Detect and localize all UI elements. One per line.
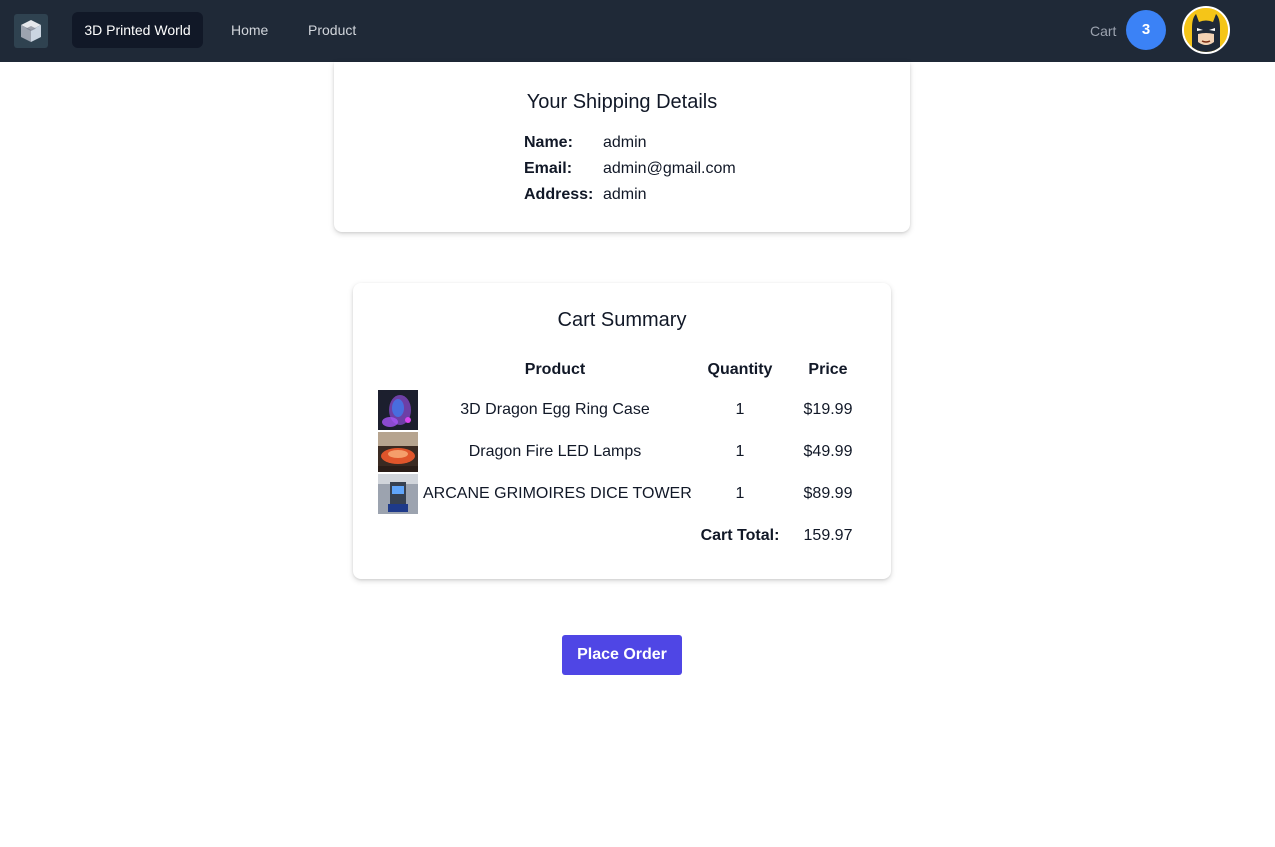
product-thumbnail (378, 432, 418, 472)
product-name: 3D Dragon Egg Ring Case (460, 401, 650, 418)
shipping-email-value: admin@gmail.com (603, 160, 736, 177)
nav-home-link[interactable]: Home (231, 12, 268, 48)
nav-product-link[interactable]: Product (308, 12, 356, 48)
shipping-title: Your Shipping Details (526, 91, 718, 113)
table-row: Dragon Fire LED Lamps 1 $49.99 (353, 431, 891, 473)
shipping-name-label: Name: (524, 134, 573, 151)
cart-summary-card: Cart Summary Product Quantity Price 3D D… (353, 283, 891, 579)
price-column-header: Price (808, 361, 848, 378)
product-quantity: 1 (735, 401, 745, 418)
product-quantity: 1 (735, 443, 745, 460)
cart-count-badge[interactable]: 3 (1126, 10, 1166, 50)
table-row: ARCANE GRIMOIRES DICE TOWER 1 $89.99 (353, 473, 891, 515)
cart-total-value: 159.97 (803, 527, 853, 544)
product-name: Dragon Fire LED Lamps (468, 443, 642, 460)
product-name: ARCANE GRIMOIRES DICE TOWER (423, 485, 692, 502)
table-row: 3D Dragon Egg Ring Case 1 $19.99 (353, 389, 891, 431)
quantity-column-header: Quantity (707, 361, 773, 378)
cart-total-label: Cart Total: (700, 527, 780, 544)
product-price: $19.99 (803, 401, 853, 418)
cart-summary-title: Cart Summary (557, 309, 687, 331)
place-order-button[interactable]: Place Order (562, 635, 682, 675)
shipping-address-label: Address: (524, 186, 594, 203)
product-thumbnail (378, 390, 418, 430)
product-column-header: Product (524, 361, 586, 378)
brand-link[interactable]: 3D Printed World (72, 12, 203, 48)
shipping-address-value: admin (603, 186, 647, 203)
batman-avatar-icon (1184, 8, 1228, 52)
cart-label[interactable]: Cart (1090, 22, 1116, 40)
product-quantity: 1 (735, 485, 745, 502)
shipping-name-value: admin (603, 134, 647, 151)
product-price: $49.99 (803, 443, 853, 460)
product-price: $89.99 (803, 485, 853, 502)
user-avatar[interactable] (1182, 6, 1230, 54)
cube-icon[interactable] (14, 14, 48, 48)
product-thumbnail (378, 474, 418, 514)
shipping-details-card: Your Shipping Details Name: admin Email:… (334, 62, 910, 232)
top-navbar: 3D Printed World Home Product Cart 3 (0, 0, 1275, 62)
shipping-email-label: Email: (524, 160, 573, 177)
